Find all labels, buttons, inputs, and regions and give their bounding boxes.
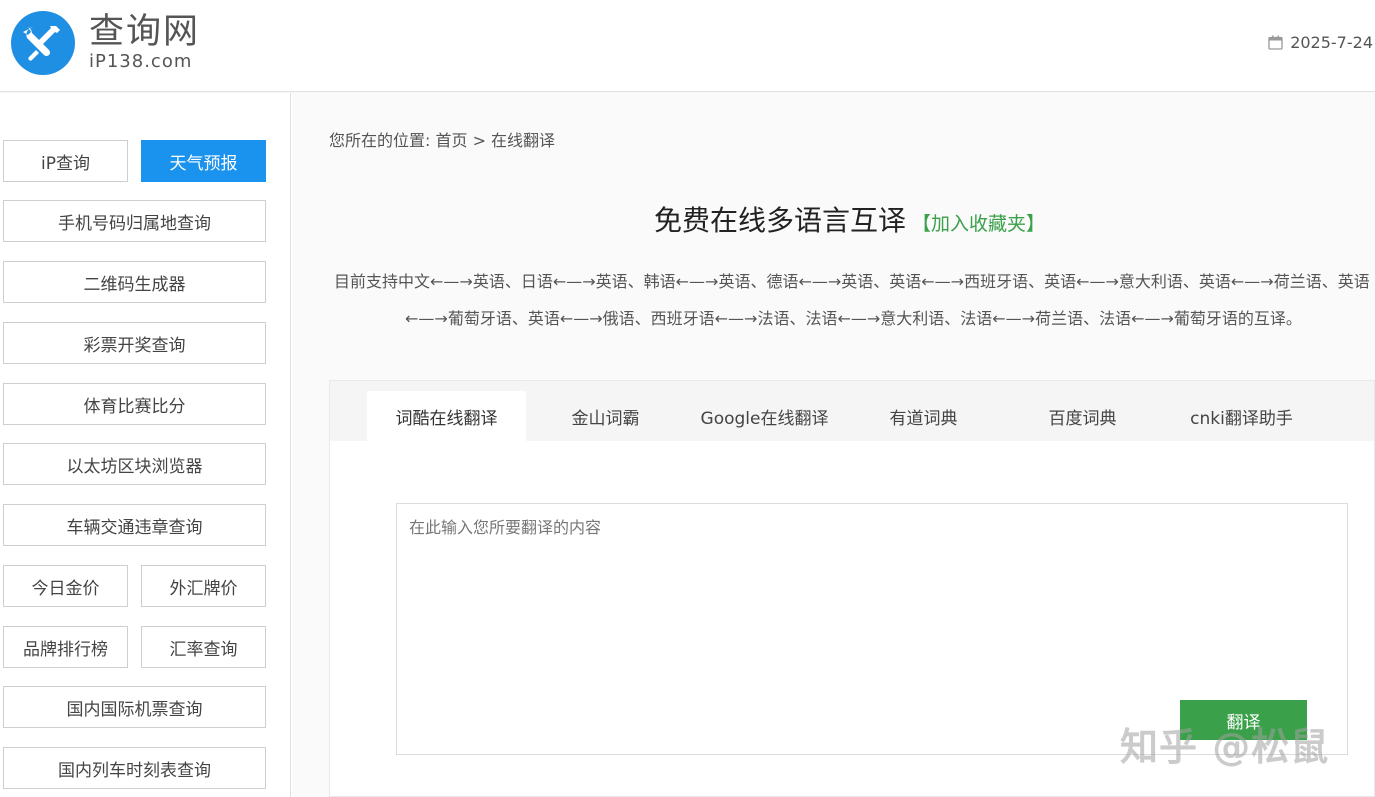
sidebar-item-qrcode[interactable]: 二维码生成器 [3, 261, 266, 303]
logo-domain[interactable]: iP138.com [89, 52, 192, 72]
date-text: 2025-7-24 [1290, 33, 1373, 52]
logo-name[interactable]: 查询网 [89, 12, 200, 52]
sidebar-item-flights[interactable]: 国内国际机票查询 [3, 686, 266, 728]
breadcrumb: 您所在的位置: 首页 > 在线翻译 [329, 131, 556, 150]
translator-tabs: 词酷在线翻译 金山词霸 Google在线翻译 有道词典 百度词典 cnki翻译助… [330, 381, 1374, 441]
watermark: 知乎 @松鼠 [1120, 725, 1330, 769]
calendar-icon [1268, 35, 1283, 50]
sidebar-item-trains[interactable]: 国内列车时刻表查询 [3, 747, 266, 789]
supported-languages-line2: ←—→葡萄牙语、英语←—→俄语、西班牙语←—→法语、法语←—→意大利语、法语←—… [405, 309, 1302, 328]
sidebar-item-ip-query[interactable]: iP查询 [3, 140, 128, 182]
supported-languages: 目前支持中文←—→英语、日语←—→英语、韩语←—→英语、德语←—→英语、英语←—… [334, 263, 1375, 337]
sidebar-item-lottery[interactable]: 彩票开奖查询 [3, 322, 266, 364]
add-favorite-link[interactable]: 【加入收藏夹】 [912, 209, 1045, 236]
main-content: 您所在的位置: 首页 > 在线翻译 免费在线多语言互译 【加入收藏夹】 目前支持… [292, 93, 1375, 797]
sidebar-item-brand[interactable]: 品牌排行榜 [3, 626, 128, 668]
logo-icon[interactable] [11, 11, 75, 75]
sidebar: iP查询 天气预报 手机号码归属地查询 二维码生成器 彩票开奖查询 体育比赛比分… [0, 93, 291, 797]
tab-jinshan[interactable]: 金山词霸 [526, 391, 685, 441]
tab-dict-cool[interactable]: 词酷在线翻译 [367, 391, 526, 441]
wrench-screwdriver-icon [23, 26, 60, 61]
date-display: 2025-7-24 [1268, 33, 1373, 52]
sidebar-item-gold[interactable]: 今日金价 [3, 565, 128, 607]
tab-baidu[interactable]: 百度词典 [1003, 391, 1162, 441]
tab-cnki[interactable]: cnki翻译助手 [1162, 391, 1321, 441]
sidebar-item-phone-location[interactable]: 手机号码归属地查询 [3, 200, 266, 242]
sidebar-item-ethereum[interactable]: 以太坊区块浏览器 [3, 443, 266, 485]
supported-languages-line1: 目前支持中文←—→英语、日语←—→英语、韩语←—→英语、德语←—→英语、英语←—… [334, 272, 1370, 291]
page-title-row: 免费在线多语言互译 【加入收藏夹】 [654, 199, 1045, 239]
sidebar-item-traffic[interactable]: 车辆交通违章查询 [3, 504, 266, 546]
sidebar-item-forex[interactable]: 外汇牌价 [141, 565, 266, 607]
page-title: 免费在线多语言互译 [654, 204, 907, 237]
site-header: 查询网 iP138.com 2025-7-24 [0, 0, 1375, 92]
tab-google[interactable]: Google在线翻译 [685, 391, 844, 441]
sidebar-item-sports[interactable]: 体育比赛比分 [3, 383, 266, 425]
sidebar-item-weather[interactable]: 天气预报 [141, 140, 266, 182]
sidebar-item-exchange[interactable]: 汇率查询 [141, 626, 266, 668]
tab-youdao[interactable]: 有道词典 [844, 391, 1003, 441]
